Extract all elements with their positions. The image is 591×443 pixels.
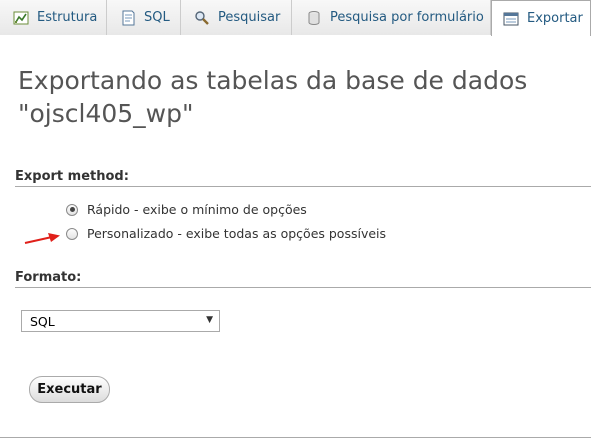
tab-pesquisa-formulario[interactable]: Pesquisa por formulário bbox=[292, 0, 491, 35]
tab-label: Pesquisar bbox=[218, 10, 281, 25]
query-icon bbox=[306, 10, 322, 26]
execute-button[interactable]: Executar bbox=[29, 376, 110, 403]
radio-option-custom[interactable]: Personalizado - exibe todas as opções po… bbox=[66, 226, 386, 241]
tab-pesquisar[interactable]: Pesquisar bbox=[181, 0, 292, 35]
quick-radio[interactable] bbox=[66, 203, 78, 216]
red-arrow-icon bbox=[24, 233, 60, 244]
format-selected-value: SQL bbox=[30, 313, 55, 329]
tab-label: Pesquisa por formulário bbox=[330, 10, 484, 25]
tab-bar: Estrutura SQL Pesquisar Pesquisa por for… bbox=[0, 0, 591, 36]
sql-icon bbox=[120, 10, 136, 26]
custom-radio[interactable] bbox=[66, 227, 78, 240]
tab-label: SQL bbox=[144, 10, 170, 25]
page-title: Exportando as tabelas da base de dados "… bbox=[18, 64, 578, 130]
radio-label: Rápido - exibe o mínimo de opções bbox=[87, 202, 307, 217]
export-icon bbox=[503, 11, 519, 27]
format-heading: Formato: bbox=[15, 270, 591, 288]
tab-label: Estrutura bbox=[37, 10, 98, 25]
chevron-down-icon: ▼ bbox=[206, 315, 213, 325]
radio-label: Personalizado - exibe todas as opções po… bbox=[87, 226, 387, 241]
divider bbox=[0, 437, 591, 438]
search-icon bbox=[194, 10, 210, 26]
export-method-heading: Export method: bbox=[15, 169, 591, 187]
format-select[interactable]: SQL ▼ bbox=[21, 310, 220, 332]
structure-icon bbox=[13, 10, 29, 26]
tab-sql[interactable]: SQL bbox=[107, 0, 181, 35]
tab-label: Exportar bbox=[527, 11, 583, 26]
export-page: Estrutura SQL Pesquisar Pesquisa por for… bbox=[0, 0, 591, 443]
title-line-1: Exportando as tabelas da base de dados bbox=[18, 66, 528, 95]
title-line-2: "ojscl405_wp" bbox=[18, 99, 194, 128]
radio-option-quick[interactable]: Rápido - exibe o mínimo de opções bbox=[66, 202, 307, 217]
tab-estrutura[interactable]: Estrutura bbox=[0, 0, 107, 35]
tab-exportar[interactable]: Exportar bbox=[491, 0, 591, 36]
